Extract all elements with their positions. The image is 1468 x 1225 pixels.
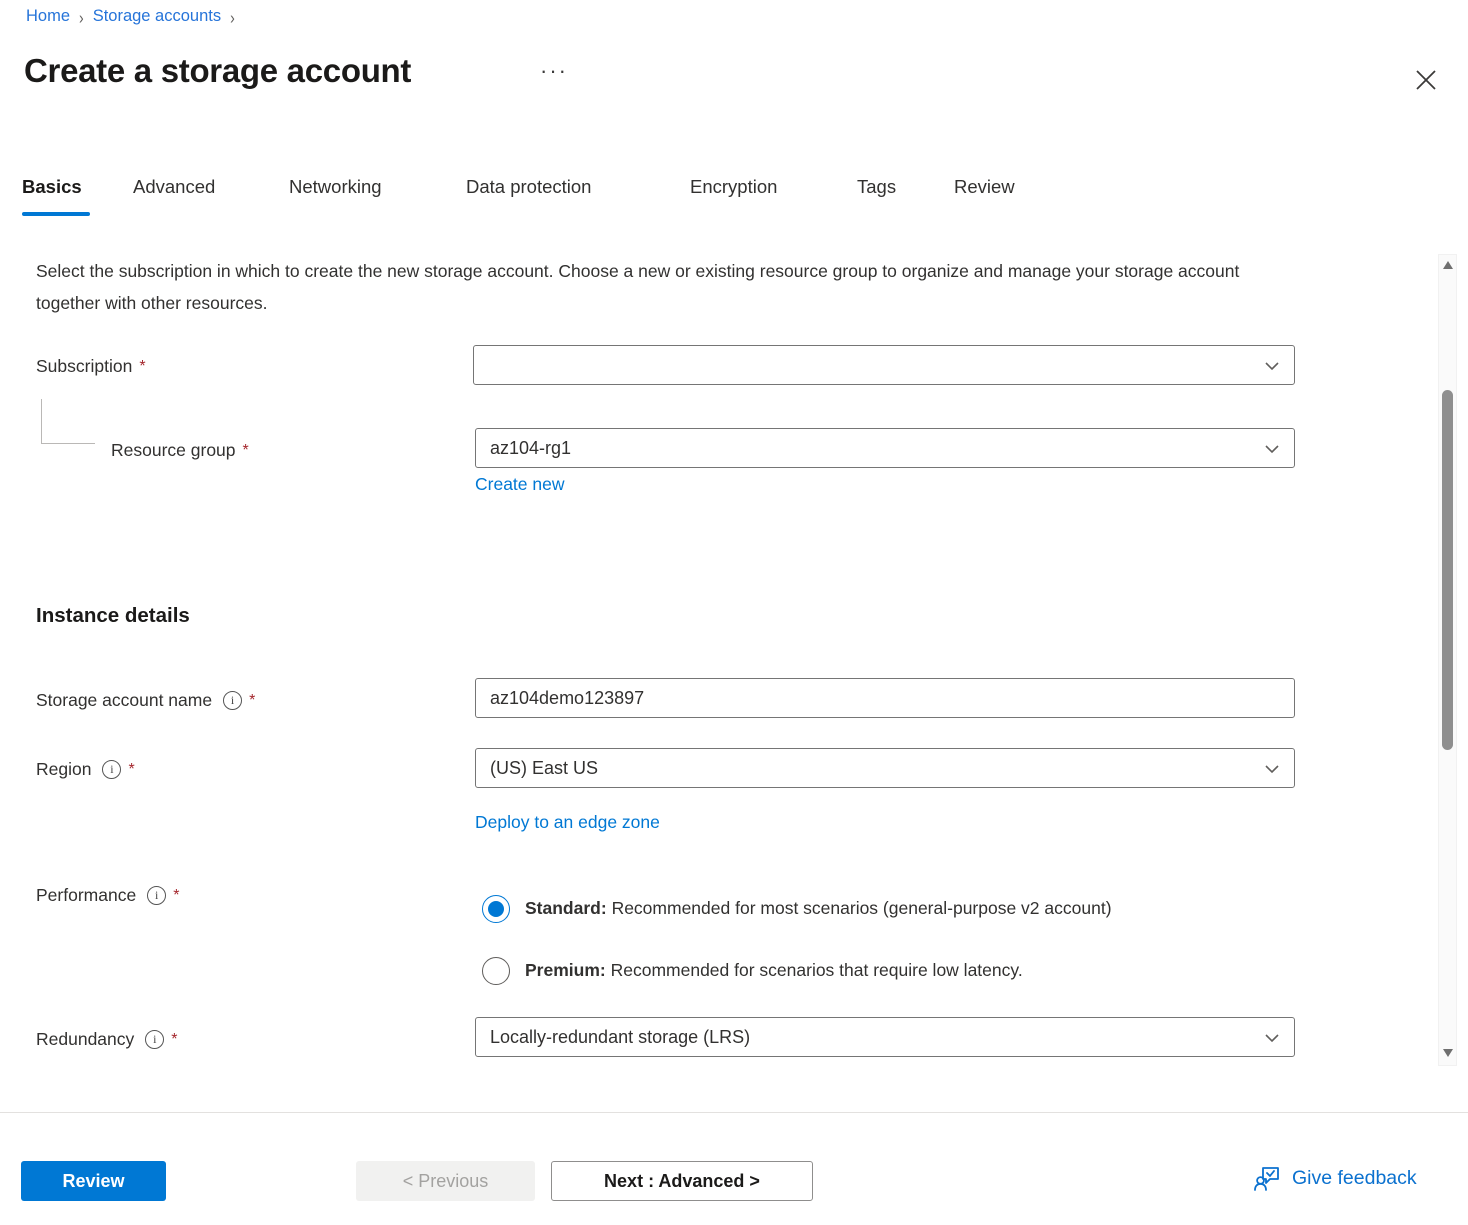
vertical-scrollbar-thumb[interactable] (1442, 390, 1453, 750)
required-asterisk: * (139, 358, 145, 376)
info-icon[interactable]: i (102, 760, 121, 779)
tab-data-protection[interactable]: Data protection (466, 176, 591, 198)
tab-basics[interactable]: Basics (22, 176, 82, 198)
more-options-icon[interactable]: ··· (540, 58, 568, 84)
chevron-down-icon (1264, 762, 1280, 776)
required-asterisk: * (128, 761, 134, 779)
radio-selected-icon (482, 895, 510, 923)
resource-group-label-text: Resource group (111, 440, 236, 461)
close-x-glyph (1413, 67, 1439, 93)
redundancy-label: Redundancy i * (36, 1029, 178, 1050)
previous-button[interactable]: < Previous (356, 1161, 535, 1201)
region-label: Region i * (36, 759, 135, 780)
close-icon[interactable] (1410, 64, 1442, 96)
performance-standard-name: Standard: (525, 898, 607, 918)
required-asterisk: * (249, 692, 255, 710)
intro-text: Select the subscription in which to crea… (36, 256, 1292, 319)
create-new-link[interactable]: Create new (475, 474, 565, 495)
storage-account-name-value: az104demo123897 (490, 688, 644, 709)
breadcrumb: Home › Storage accounts › (26, 7, 235, 26)
required-asterisk: * (173, 887, 179, 905)
performance-premium-name: Premium: (525, 960, 606, 980)
redundancy-value: Locally-redundant storage (LRS) (490, 1027, 750, 1048)
resource-group-label: Resource group * (111, 440, 249, 461)
footer-divider (0, 1112, 1468, 1113)
region-dropdown[interactable]: (US) East US (475, 748, 1295, 788)
performance-premium-radio[interactable]: Premium: Recommended for scenarios that … (482, 957, 1023, 985)
breadcrumb-separator-icon: › (79, 7, 84, 27)
subscription-dropdown[interactable] (473, 345, 1295, 385)
subscription-label-text: Subscription (36, 356, 132, 377)
chevron-down-icon (1264, 442, 1280, 456)
region-label-text: Region (36, 759, 91, 780)
scrollbar-down-arrow-icon[interactable] (1443, 1049, 1453, 1057)
resource-group-value: az104-rg1 (490, 438, 571, 459)
breadcrumb-separator-icon: › (230, 7, 235, 27)
tab-advanced[interactable]: Advanced (133, 176, 215, 198)
performance-premium-text: Premium: Recommended for scenarios that … (525, 957, 1023, 981)
performance-standard-radio[interactable]: Standard: Recommended for most scenarios… (482, 895, 1112, 923)
scrollbar-up-arrow-icon[interactable] (1443, 261, 1453, 269)
breadcrumb-home[interactable]: Home (26, 7, 70, 26)
storage-account-name-input[interactable]: az104demo123897 (475, 678, 1295, 718)
give-feedback-label: Give feedback (1292, 1167, 1417, 1190)
info-icon[interactable]: i (223, 691, 242, 710)
storage-account-name-label: Storage account name i * (36, 690, 255, 711)
info-icon[interactable]: i (147, 886, 166, 905)
create-storage-account-page: Home › Storage accounts › Create a stora… (0, 0, 1468, 1225)
active-tab-indicator (22, 212, 90, 216)
instance-details-heading: Instance details (36, 604, 190, 628)
breadcrumb-storage-accounts[interactable]: Storage accounts (93, 7, 221, 26)
tab-encryption[interactable]: Encryption (690, 176, 777, 198)
performance-standard-text: Standard: Recommended for most scenarios… (525, 895, 1112, 919)
radio-unselected-icon (482, 957, 510, 985)
info-icon[interactable]: i (145, 1030, 164, 1049)
redundancy-dropdown[interactable]: Locally-redundant storage (LRS) (475, 1017, 1295, 1057)
next-advanced-button[interactable]: Next : Advanced > (551, 1161, 813, 1201)
deploy-edge-zone-link[interactable]: Deploy to an edge zone (475, 812, 660, 833)
give-feedback-link[interactable]: Give feedback (1253, 1165, 1417, 1192)
chevron-down-icon (1264, 1031, 1280, 1045)
tab-tags[interactable]: Tags (857, 176, 896, 198)
storage-account-name-label-text: Storage account name (36, 690, 212, 711)
tab-networking[interactable]: Networking (289, 176, 382, 198)
region-value: (US) East US (490, 758, 598, 779)
review-button[interactable]: Review (21, 1161, 166, 1201)
chevron-down-icon (1264, 359, 1280, 373)
performance-label-text: Performance (36, 885, 136, 906)
redundancy-label-text: Redundancy (36, 1029, 134, 1050)
feedback-icon (1253, 1165, 1281, 1192)
resource-group-indent-connector (41, 399, 95, 444)
required-asterisk: * (243, 442, 249, 460)
subscription-label: Subscription * (36, 356, 146, 377)
performance-premium-description: Recommended for scenarios that require l… (611, 960, 1023, 980)
required-asterisk: * (171, 1031, 177, 1049)
resource-group-dropdown[interactable]: az104-rg1 (475, 428, 1295, 468)
performance-standard-description: Recommended for most scenarios (general-… (612, 898, 1112, 918)
page-title: Create a storage account (24, 52, 411, 90)
tab-review[interactable]: Review (954, 176, 1015, 198)
performance-label: Performance i * (36, 885, 179, 906)
